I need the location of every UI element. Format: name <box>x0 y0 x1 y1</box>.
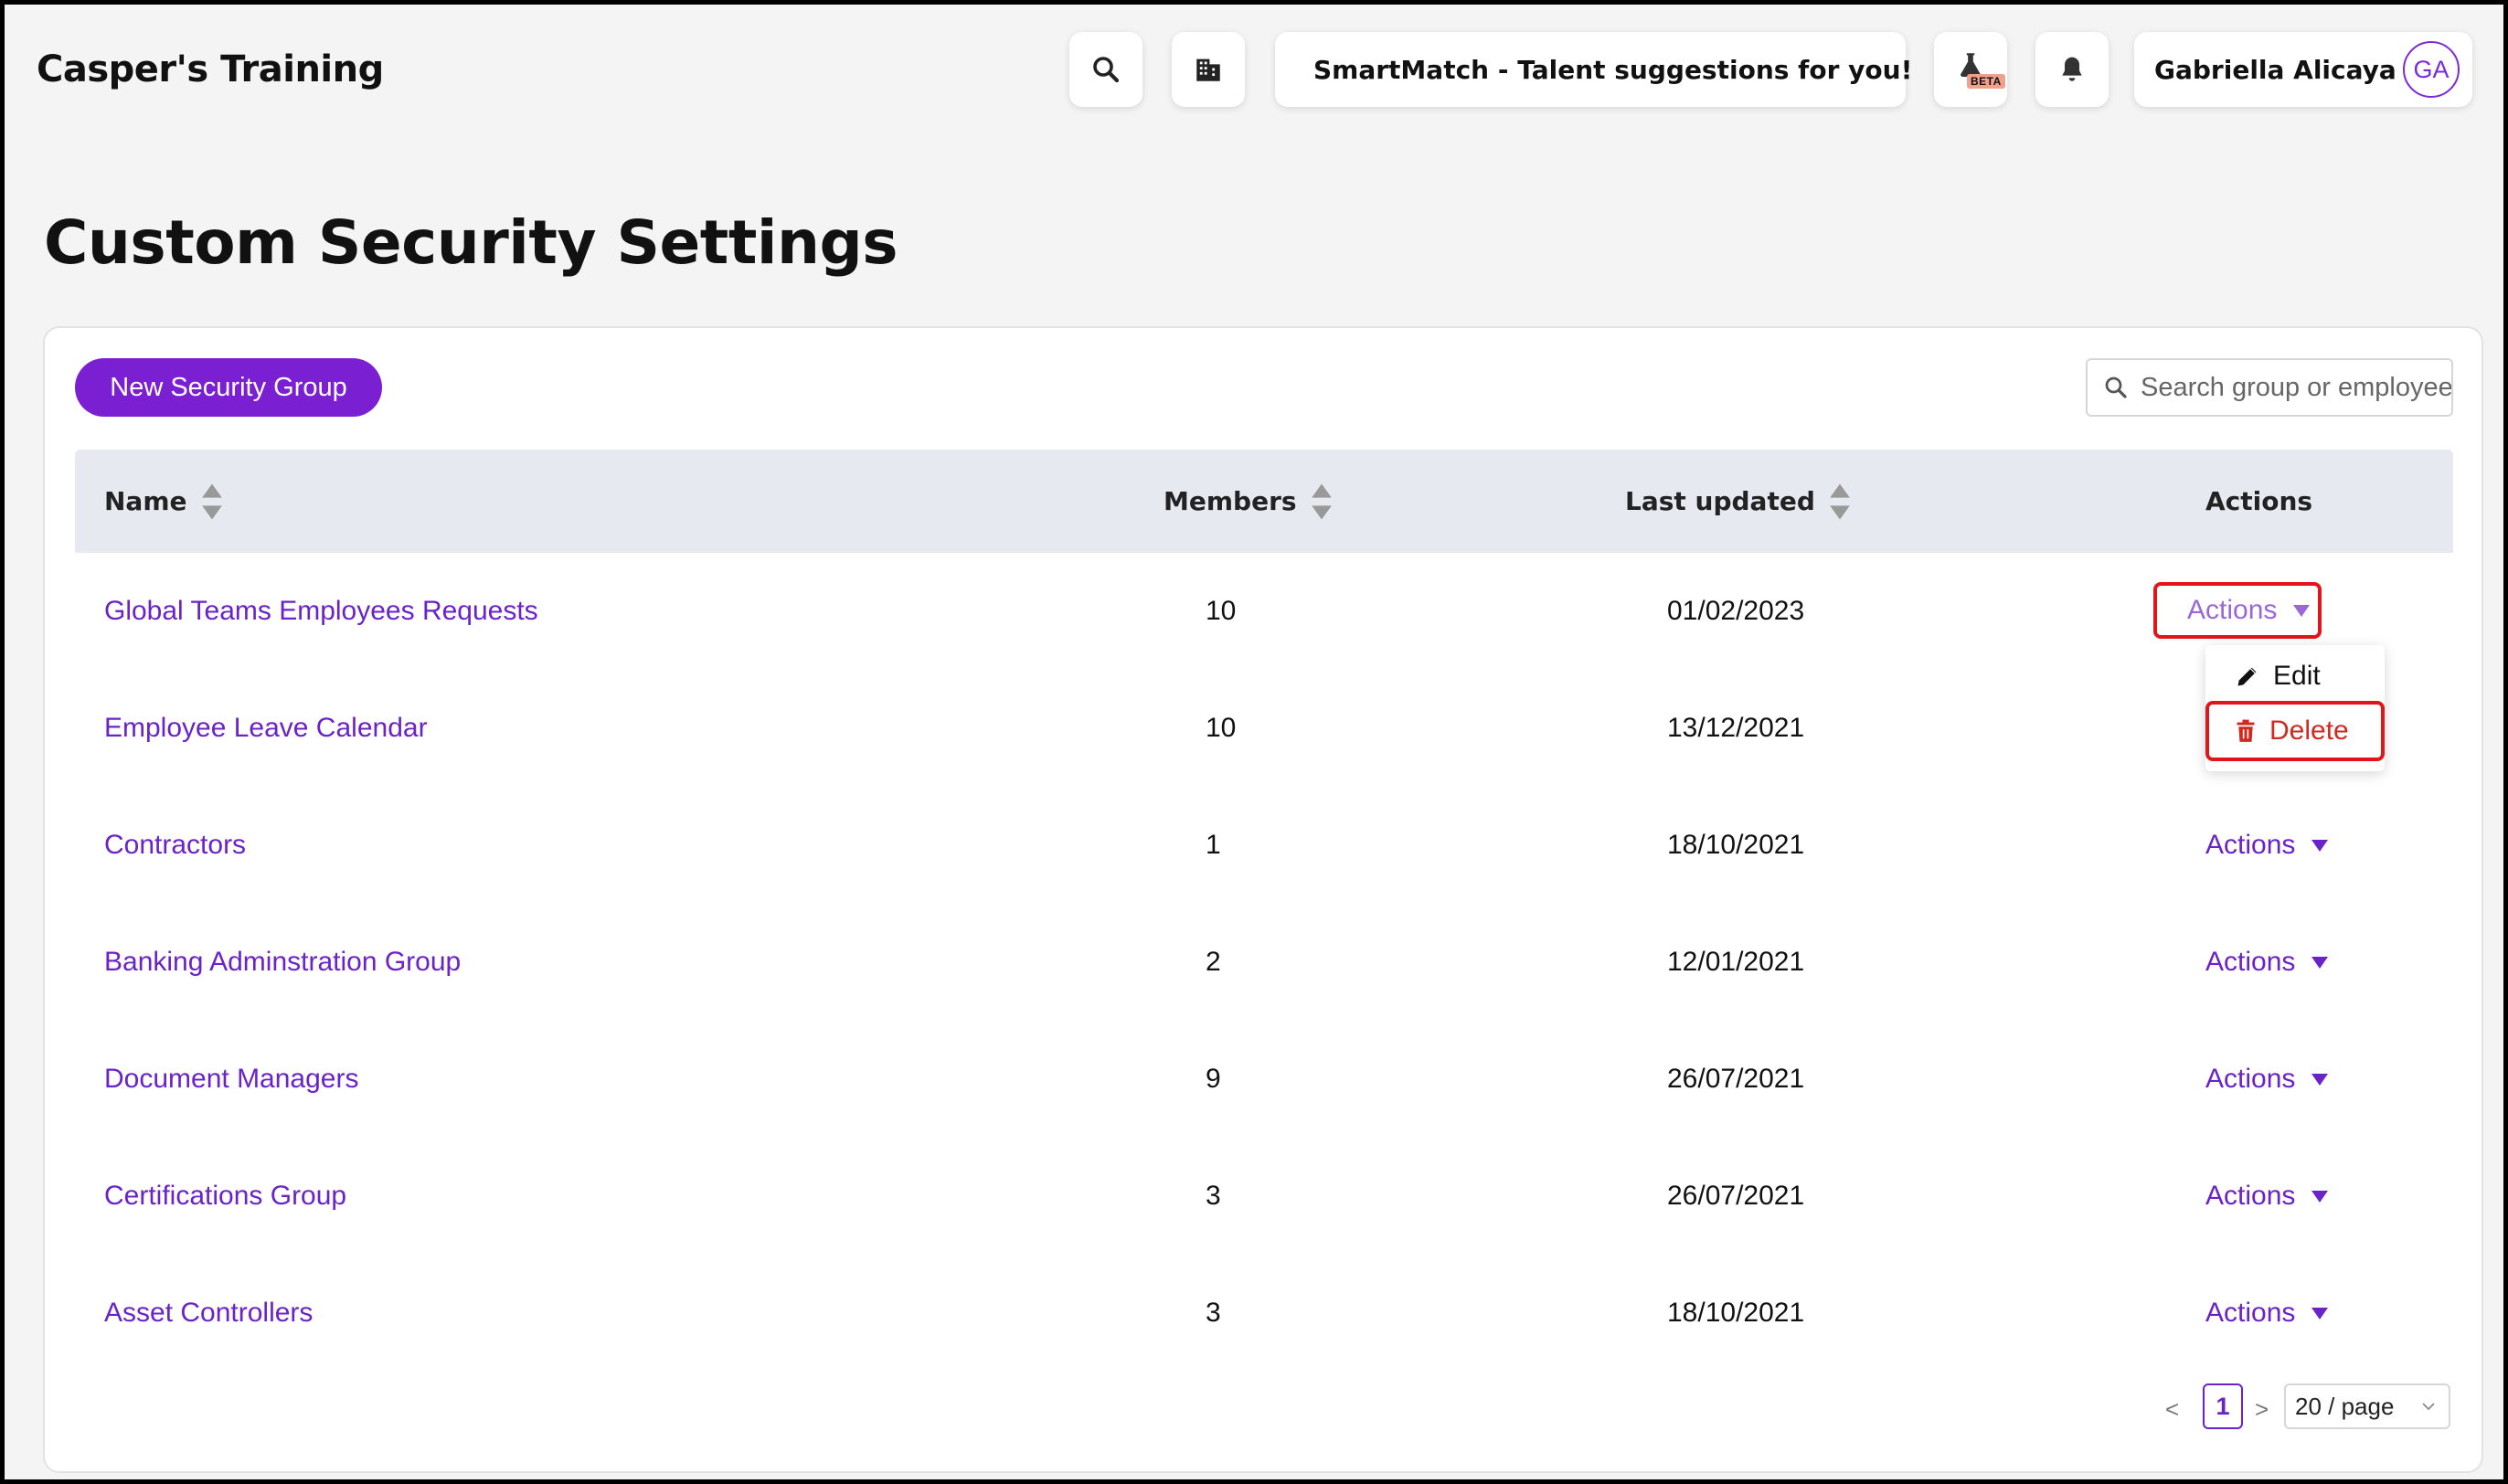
search-field[interactable] <box>2086 358 2453 417</box>
caret-down-icon <box>2311 839 2329 852</box>
caret-down-icon <box>2311 1073 2329 1086</box>
table-row: Asset Controllers 3 18/10/2021 Actions <box>75 1255 2453 1372</box>
table-row: Contractors 1 18/10/2021 Actions <box>75 787 2453 904</box>
column-header-actions: Actions <box>2205 450 2312 553</box>
members-count: 1 <box>1206 830 1221 860</box>
column-label-actions: Actions <box>2205 486 2313 516</box>
members-count: 3 <box>1206 1181 1221 1211</box>
last-updated-date: 01/02/2023 <box>1667 596 1805 626</box>
group-name-link[interactable]: Contractors <box>104 787 246 904</box>
page-title: Custom Security Settings <box>44 207 898 278</box>
members-count: 9 <box>1206 1064 1221 1094</box>
actions-dropdown-trigger-open[interactable]: Actions <box>2187 582 2311 639</box>
beta-badge: BETA <box>1967 74 2005 89</box>
sort-icon[interactable] <box>200 482 224 522</box>
actions-label: Actions <box>2205 1298 2296 1328</box>
last-updated-date: 26/07/2021 <box>1667 1064 1805 1094</box>
actions-label: Actions <box>2205 1181 2296 1211</box>
column-label-members: Members <box>1164 486 1297 516</box>
last-updated-date: 18/10/2021 <box>1667 1298 1805 1328</box>
page-size-value: 20 / page <box>2295 1392 2395 1420</box>
building-icon <box>1196 58 1220 81</box>
app-title: Casper's Training <box>37 48 384 90</box>
table-row: Banking Adminstration Group 2 12/01/2021… <box>75 904 2453 1021</box>
table-row: Certifications Group 3 26/07/2021 Action… <box>75 1138 2453 1255</box>
bell-icon <box>2062 57 2082 81</box>
group-name-link[interactable]: Banking Adminstration Group <box>104 904 461 1021</box>
actions-dropdown-trigger[interactable]: Actions <box>2205 787 2329 904</box>
actions-label: Actions <box>2205 947 2296 977</box>
avatar: GA <box>2403 41 2460 98</box>
table-row: Global Teams Employees Requests 10 01/02… <box>75 553 2453 670</box>
smartmatch-button[interactable]: SmartMatch - Talent suggestions for you! <box>1275 32 1912 107</box>
actions-dropdown-trigger[interactable]: Actions <box>2205 1021 2329 1138</box>
table-row: Document Managers 9 26/07/2021 Actions <box>75 1021 2453 1138</box>
column-header-last-updated[interactable]: Last updated <box>1625 450 1852 553</box>
last-updated-date: 26/07/2021 <box>1667 1181 1805 1211</box>
search-button[interactable] <box>1069 32 1142 107</box>
actions-dropdown-trigger[interactable]: Actions <box>2205 1255 2329 1372</box>
beta-labs-button[interactable]: BETA <box>1934 32 2007 107</box>
pencil-icon <box>2237 667 2257 686</box>
group-name-link[interactable]: Document Managers <box>104 1021 358 1138</box>
notifications-button[interactable] <box>2035 32 2109 107</box>
highlight-box <box>2205 701 2385 761</box>
group-name-link[interactable]: Global Teams Employees Requests <box>104 553 538 670</box>
actions-label: Actions <box>2205 830 2296 860</box>
pagination-page-1[interactable]: 1 <box>2203 1383 2243 1429</box>
security-groups-card: New Security Group Name Members Last upd… <box>43 326 2483 1473</box>
members-count: 2 <box>1206 947 1221 977</box>
sort-icon[interactable] <box>1828 482 1852 522</box>
caret-down-icon <box>2311 1307 2329 1320</box>
search-icon <box>1093 57 1120 83</box>
search-input[interactable] <box>2141 372 2451 403</box>
members-count: 10 <box>1206 713 1237 743</box>
caret-down-icon <box>2311 956 2329 969</box>
smartmatch-label: SmartMatch - Talent suggestions for you! <box>1313 54 1913 85</box>
group-name-link[interactable]: Asset Controllers <box>104 1255 313 1372</box>
pagination-next[interactable]: > <box>2255 1386 2269 1432</box>
chevron-down-icon <box>2422 1403 2435 1411</box>
actions-label: Actions <box>2187 595 2278 625</box>
last-updated-date: 13/12/2021 <box>1667 713 1805 743</box>
last-updated-date: 12/01/2021 <box>1667 947 1805 977</box>
search-icon <box>2105 376 2127 398</box>
menu-item-edit-label: Edit <box>2273 661 2321 691</box>
actions-dropdown-trigger[interactable]: Actions <box>2205 1138 2329 1255</box>
column-label-name: Name <box>104 486 187 516</box>
caret-down-icon <box>2293 604 2311 617</box>
actions-label: Actions <box>2205 1064 2296 1094</box>
column-label-last-updated: Last updated <box>1625 486 1815 516</box>
actions-dropdown-trigger[interactable]: Actions <box>2205 904 2329 1021</box>
user-menu-button[interactable]: Gabriella Alicaya GA <box>2134 32 2472 107</box>
members-count: 3 <box>1206 1298 1221 1328</box>
sort-icon[interactable] <box>1310 482 1334 522</box>
table-row: Employee Leave Calendar 10 13/12/2021 <box>75 670 2453 787</box>
caret-down-icon <box>2311 1190 2329 1203</box>
new-security-group-button[interactable]: New Security Group <box>75 358 382 417</box>
group-name-link[interactable]: Employee Leave Calendar <box>104 670 428 787</box>
user-name: Gabriella Alicaya <box>2154 54 2396 85</box>
members-count: 10 <box>1206 596 1237 626</box>
table-header: Name Members Last updated Actions <box>75 450 2453 553</box>
page-size-select[interactable]: 20 / page <box>2284 1383 2450 1429</box>
last-updated-date: 18/10/2021 <box>1667 830 1805 860</box>
company-button[interactable] <box>1172 32 1245 107</box>
group-name-link[interactable]: Certifications Group <box>104 1138 346 1255</box>
menu-item-edit[interactable]: Edit <box>2205 649 2385 704</box>
pagination-prev[interactable]: < <box>2165 1386 2179 1432</box>
app-window: Casper's Training SmartMatch - Talent su… <box>5 5 2503 1479</box>
column-header-name[interactable]: Name <box>104 450 224 553</box>
column-header-members[interactable]: Members <box>1164 450 1334 553</box>
